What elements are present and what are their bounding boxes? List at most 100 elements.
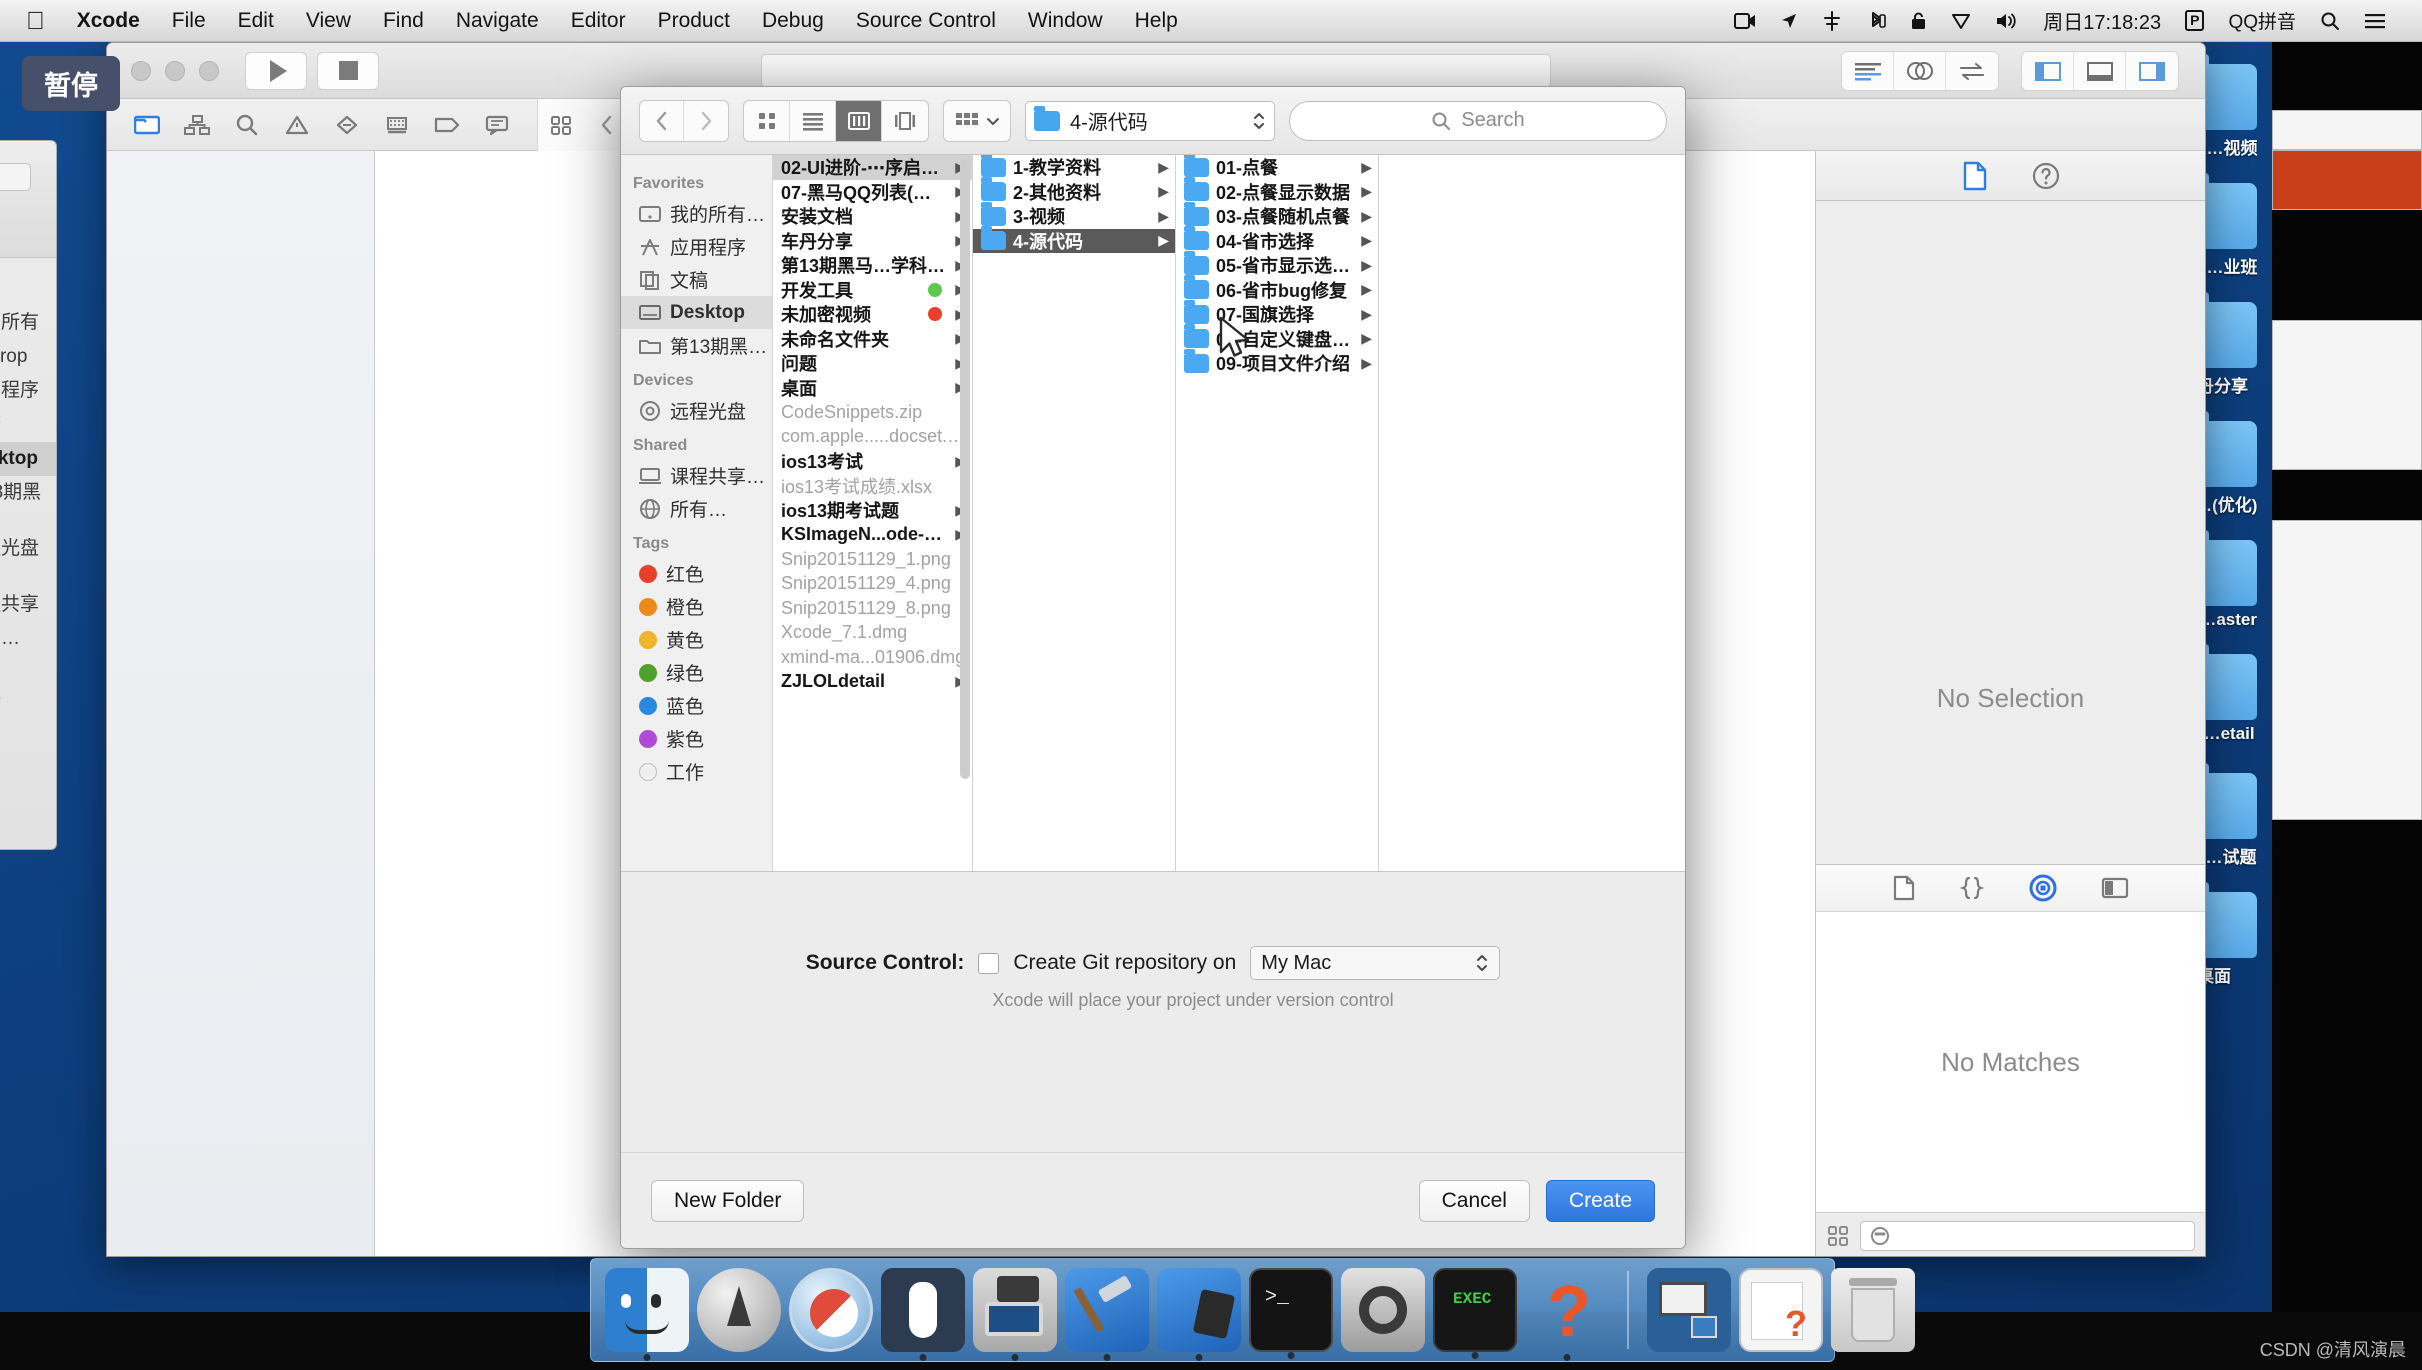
sidebar-item-绿色[interactable]: 绿色: [621, 656, 772, 689]
finder-row[interactable]: com.apple.....docset.zip: [773, 425, 972, 450]
screenshot-thumbnail[interactable]: [1647, 1268, 1731, 1352]
sidebar-item-远程光盘[interactable]: 远程光盘: [621, 394, 772, 427]
ime-label[interactable]: QQ拼音: [2216, 7, 2308, 34]
launchpad-icon[interactable]: [697, 1268, 781, 1352]
document-thumbnail[interactable]: ?: [1739, 1268, 1823, 1352]
finder-row[interactable]: CodeSnippets.zip: [773, 400, 972, 425]
view-toggle-group[interactable]: [2021, 50, 2179, 91]
find-navigator-icon[interactable]: [225, 106, 269, 144]
system-preferences-icon[interactable]: [1341, 1268, 1425, 1352]
background-sidebar-item[interactable]: 课程共享: [0, 588, 56, 622]
background-sidebar-item[interactable]: 我的所有: [0, 306, 56, 340]
library-tab-bar[interactable]: [1816, 864, 2205, 912]
finder-row[interactable]: 开发工具▶: [773, 278, 972, 303]
create-button[interactable]: Create: [1545, 1179, 1655, 1222]
background-sidebar-item[interactable]: AirDrop: [0, 340, 56, 374]
new-folder-button[interactable]: New Folder: [651, 1179, 805, 1222]
finder-row[interactable]: 未命名文件夹▶: [773, 327, 972, 352]
sidebar-item-橙色[interactable]: 橙色: [621, 590, 772, 623]
library-grid-icon[interactable]: [1826, 1224, 1850, 1248]
menu-bar-status-area[interactable]: 周日17:18:23 P QQ拼音: [1722, 6, 2422, 35]
standard-editor-icon[interactable]: [1842, 51, 1894, 90]
symbol-navigator-icon[interactable]: [175, 106, 219, 144]
finder-row[interactable]: Snip20151129_4.png: [773, 572, 972, 597]
sidebar-item-Desktop[interactable]: Desktop: [621, 296, 772, 329]
icon-view-icon[interactable]: [744, 100, 790, 141]
project-navigator-icon[interactable]: [125, 106, 169, 144]
mac-menu-bar[interactable]:  XcodeFileEditViewFindNavigateEditorPro…: [0, 0, 2422, 42]
finder-row[interactable]: 安装文档▶: [773, 204, 972, 229]
cancel-button[interactable]: Cancel: [1418, 1179, 1530, 1222]
report-navigator-icon[interactable]: [475, 106, 519, 144]
finder-row[interactable]: 04-省市选择 ▶: [1176, 226, 1378, 254]
menu-item-edit[interactable]: Edit: [222, 0, 290, 42]
background-sidebar-item[interactable]: 第13期黑: [0, 476, 56, 510]
menu-item-editor[interactable]: Editor: [555, 0, 642, 42]
close-button[interactable]: [131, 60, 151, 81]
sidebar-item-蓝色[interactable]: 蓝色: [621, 689, 772, 722]
menu-item-source-control[interactable]: Source Control: [840, 0, 1012, 42]
version-editor-icon[interactable]: [1946, 52, 1998, 90]
library-filter-input[interactable]: [1860, 1220, 2195, 1251]
file-template-library-icon[interactable]: [1893, 875, 1915, 901]
view-mode-segmented-control[interactable]: [743, 99, 929, 142]
chevron-left-icon[interactable]: [640, 100, 684, 141]
finder-row[interactable]: 08-自定义键盘datePicker▶: [1176, 324, 1378, 352]
sidebar-item-黄色[interactable]: 黄色: [621, 623, 772, 656]
create-git-repository-checkbox[interactable]: [978, 952, 1000, 974]
spotlight-search-icon[interactable]: [2308, 11, 2352, 31]
sidebar-item-文稿[interactable]: 文稿: [621, 263, 772, 296]
menu-bar-clock[interactable]: 周日17:18:23: [2031, 6, 2173, 35]
sidebar-item-第13期黑…[interactable]: 第13期黑…: [621, 329, 772, 362]
finder-row[interactable]: 1-教学资料 ▶: [973, 155, 1175, 180]
breakpoint-navigator-icon[interactable]: [425, 106, 469, 144]
sidebar-item-紫色[interactable]: 紫色: [621, 722, 772, 755]
lock-icon[interactable]: [1898, 11, 1939, 31]
test-navigator-icon[interactable]: [325, 106, 369, 144]
xcode-project-navigator[interactable]: [107, 151, 375, 1256]
menu-item-file[interactable]: File: [156, 0, 222, 42]
zoom-button[interactable]: [199, 60, 219, 81]
minimize-button[interactable]: [165, 60, 185, 81]
finder-row[interactable]: 07-国旗选择 ▶: [1176, 299, 1378, 327]
column-view-icon[interactable]: [836, 100, 882, 141]
quick-help-inspector-icon[interactable]: [2032, 162, 2060, 190]
debug-navigator-icon[interactable]: [375, 106, 419, 144]
related-items-icon[interactable]: [538, 99, 584, 151]
menu-item-debug[interactable]: Debug: [746, 0, 840, 42]
quicktime-icon[interactable]: [973, 1268, 1057, 1361]
finder-row[interactable]: 01-点餐 ▶: [1176, 155, 1378, 180]
finder-sidebar[interactable]: Favorites 我的所有… 应用程序 文稿 Desktop 第13期黑… Devices…: [621, 155, 773, 871]
menu-item-navigate[interactable]: Navigate: [440, 0, 555, 42]
phone-app-icon[interactable]: ?: [1525, 1268, 1609, 1361]
search-input[interactable]: Search: [1289, 100, 1667, 141]
trash-icon[interactable]: [1831, 1268, 1915, 1352]
terminal-icon[interactable]: >_: [1249, 1268, 1333, 1359]
column-scrollbar[interactable]: [960, 159, 970, 779]
finder-row[interactable]: 未加密视频▶: [773, 302, 972, 327]
finder-row[interactable]: 02-UI进阶-⋯序启动原理)▶: [773, 155, 972, 180]
path-popup-button[interactable]: 4-源代码: [1025, 100, 1275, 141]
cover-flow-view-icon[interactable]: [882, 101, 928, 141]
code-snippet-library-icon[interactable]: [1959, 875, 1985, 901]
finder-row[interactable]: xmind-ma...01906.dmg: [773, 645, 972, 670]
ime-badge-icon[interactable]: P: [2173, 10, 2216, 31]
editor-mode-group[interactable]: [1841, 50, 1999, 91]
location-arrow-icon[interactable]: [1768, 12, 1810, 30]
menu-item-xcode[interactable]: Xcode: [61, 0, 156, 42]
git-location-popup[interactable]: My Mac: [1250, 946, 1501, 980]
mouse-app-icon[interactable]: [881, 1268, 965, 1361]
sheet-nav-buttons[interactable]: [639, 99, 729, 142]
finder-row[interactable]: 09-项目文件介绍 ▶: [1176, 348, 1378, 376]
toggle-utilities-icon[interactable]: [2126, 52, 2178, 90]
assistant-editor-icon[interactable]: [1894, 51, 1946, 90]
finder-row[interactable]: Snip20151129_1.png: [773, 547, 972, 572]
menu-item-window[interactable]: Window: [1012, 0, 1119, 42]
vpn-shield-icon[interactable]: [1939, 11, 1983, 31]
finder-row[interactable]: 02-点餐显示数据 ▶: [1176, 177, 1378, 205]
menu-item-product[interactable]: Product: [642, 0, 746, 42]
finder-row[interactable]: ios13考试成绩.xlsx: [773, 474, 972, 499]
background-window-right-4[interactable]: [2272, 520, 2422, 820]
finder-row[interactable]: 3-视频 ▶: [973, 201, 1175, 229]
xcode-beta-icon[interactable]: [1157, 1268, 1241, 1361]
